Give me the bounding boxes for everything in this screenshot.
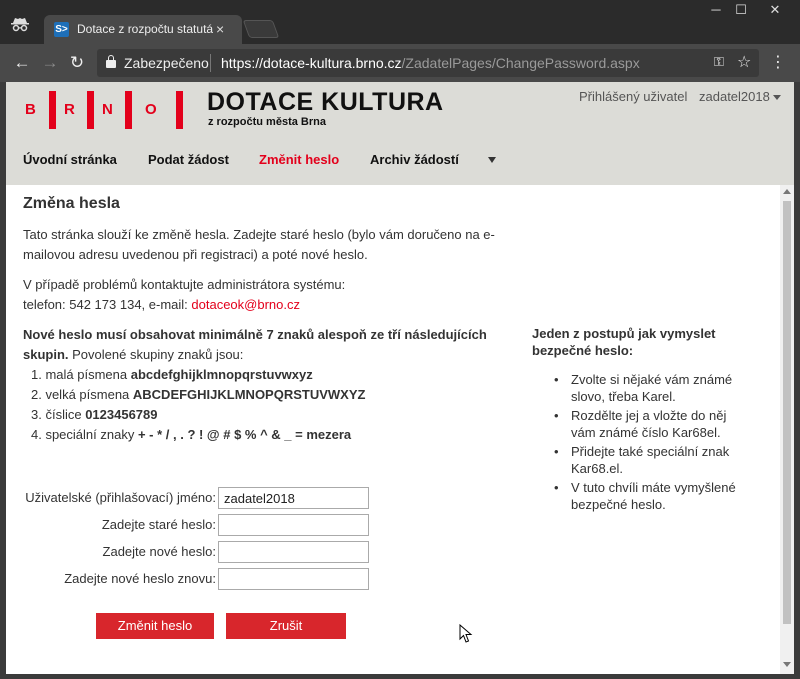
url-text[interactable]: https://dotace-kultura.brno.cz/ZadatelPa…	[221, 55, 640, 71]
main-content: Změna hesla Tato stránka slouží ke změně…	[6, 185, 780, 674]
password-tips: Jeden z postupů jak vymyslet bezpečné he…	[532, 325, 752, 515]
group-chars: 0123456789	[85, 407, 158, 422]
list-item: 2. velká písmena ABCDEFGHIJKLMNOPQRSTUVW…	[31, 385, 503, 405]
site-subtitle: z rozpočtu města Brna	[208, 116, 326, 128]
address-bar[interactable]: Zabezpečeno https://dotace-kultura.brno.…	[97, 49, 759, 77]
contact-text: V případě problémů kontaktujte administr…	[23, 275, 345, 315]
mouse-cursor-icon	[459, 624, 473, 643]
contact-phone: telefon: 542 173 134, e-mail:	[23, 297, 192, 312]
group-chars: + - * / , . ? ! @ # $ % ^ & _ = mezera	[137, 427, 352, 442]
site-header: B R N O DOTACE KULTURA z rozpočtu města …	[6, 82, 794, 185]
list-item: Zvolte si nějaké vám známé slovo, třeba …	[554, 371, 752, 405]
logo-bar	[49, 91, 56, 129]
confirm-password-field[interactable]	[218, 568, 369, 590]
browser-menu-icon[interactable]: ⋮	[770, 52, 786, 72]
user-menu[interactable]: zadatel2018	[699, 89, 781, 104]
logo-letter-b: B	[25, 101, 36, 118]
intro-line-1: Tato stránka slouží ke změně hesla. Zade…	[23, 227, 495, 242]
tab-title: Dotace z rozpočtu statutárního	[77, 22, 213, 36]
new-password-row: Zadejte nové heslo:	[6, 541, 216, 563]
url-path: /ZadatelPages/ChangePassword.aspx	[401, 55, 640, 71]
scroll-down-icon[interactable]	[783, 662, 791, 667]
chevron-down-icon	[772, 95, 781, 101]
tips-list: Zvolte si nějaké vám známé slovo, třeba …	[554, 371, 752, 513]
contact-email-link[interactable]: dotaceok@brno.cz	[191, 297, 300, 312]
close-window-icon[interactable]: ✕	[762, 2, 788, 20]
confirm-password-row: Zadejte nové heslo znovu:	[6, 568, 216, 590]
scroll-up-icon[interactable]	[783, 189, 791, 194]
nav-submit-request[interactable]: Podat žádost	[148, 152, 229, 167]
username-row: Uživatelské (přihlašovací) jméno:	[6, 487, 216, 509]
nav-archive[interactable]: Archiv žádostí	[370, 152, 459, 167]
address-divider	[210, 54, 211, 72]
list-item: 3. číslice 0123456789	[31, 405, 503, 425]
username-field[interactable]	[218, 487, 369, 509]
browser-tab[interactable]: S> Dotace z rozpočtu statutárního ×	[44, 15, 242, 44]
intro-text: Tato stránka slouží ke změně hesla. Zade…	[23, 225, 495, 265]
page-title: Změna hesla	[23, 195, 120, 212]
vertical-scrollbar[interactable]	[780, 185, 794, 674]
lock-icon	[106, 55, 116, 68]
rule-line-2-rest: Povolené skupiny znaků jsou:	[68, 347, 244, 362]
list-item: Přidejte také speciální znak Kar68.el.	[554, 443, 752, 477]
list-item: Rozdělte jej a vložte do něj vám známé č…	[554, 407, 752, 441]
list-item: 1. malá písmena abcdefghijklmnopqrstuvwx…	[31, 365, 503, 385]
group-chars: abcdefghijklmnopqrstuvwxyz	[130, 367, 313, 382]
old-password-field[interactable]	[218, 514, 369, 536]
logo-bar	[176, 91, 183, 129]
incognito-icon	[10, 16, 30, 32]
old-password-label: Zadejte staré heslo:	[101, 517, 216, 532]
group-chars: ABCDEFGHIJKLMNOPQRSTUVWXYZ	[132, 387, 366, 402]
logo-letter-n: N	[102, 101, 113, 118]
user-name: zadatel2018	[699, 89, 770, 104]
list-item: 4. speciální znaky + - * / , . ? ! @ # $…	[31, 425, 503, 445]
tab-close-icon[interactable]: ×	[216, 21, 224, 37]
rule-line-1: Nové heslo musí obsahovat minimálně 7 zn…	[23, 327, 487, 342]
site-title[interactable]: DOTACE KULTURA	[207, 88, 444, 117]
logged-user-label: Přihlášený uživatel	[579, 89, 688, 104]
nav-change-password[interactable]: Změnit heslo	[259, 152, 339, 167]
char-groups-list: 1. malá písmena abcdefghijklmnopqrstuvwx…	[31, 365, 503, 445]
new-password-label: Zadejte nové heslo:	[102, 544, 216, 559]
nav-home[interactable]: Úvodní stránka	[23, 152, 117, 167]
intro-line-2: mailovou adresu uvedenou při registraci)…	[23, 247, 368, 262]
password-key-icon[interactable]: ⚿	[714, 54, 724, 70]
scrollbar-thumb[interactable]	[783, 201, 791, 624]
logo-letter-o: O	[145, 101, 157, 118]
tips-heading: Jeden z postupů jak vymyslet bezpečné he…	[532, 326, 716, 358]
rule-line-2-bold: skupin.	[23, 347, 69, 362]
change-password-button[interactable]: Změnit heslo	[96, 613, 214, 639]
old-password-row: Zadejte staré heslo:	[6, 514, 216, 536]
confirm-password-label: Zadejte nové heslo znovu:	[64, 571, 216, 586]
browser-toolbar: ← → ↻ Zabezpečeno https://dotace-kultura…	[0, 44, 800, 82]
group-prefix: 4. speciální znaky	[31, 427, 138, 442]
security-label: Zabezpečeno	[124, 55, 209, 71]
new-password-field[interactable]	[218, 541, 369, 563]
group-prefix: 1. malá písmena	[31, 367, 131, 382]
url-host: https://dotace-kultura.brno.cz	[221, 55, 402, 71]
list-item: V tuto chvíli máte vymyšlené bezpečné he…	[554, 479, 752, 513]
reload-icon[interactable]: ↻	[67, 53, 87, 73]
password-rules: Nové heslo musí obsahovat minimálně 7 zn…	[23, 325, 503, 445]
brno-logo[interactable]: B R N O	[19, 91, 185, 129]
cancel-button[interactable]: Zrušit	[226, 613, 346, 639]
group-prefix: 2. velká písmena	[31, 387, 133, 402]
bookmark-star-icon[interactable]: ☆	[737, 52, 751, 72]
page-viewport: B R N O DOTACE KULTURA z rozpočtu města …	[6, 82, 794, 674]
maximize-icon[interactable]: ☐	[728, 2, 754, 20]
logo-letter-r: R	[64, 101, 75, 118]
minimize-icon[interactable]: ─	[703, 2, 729, 20]
group-prefix: 3. číslice	[31, 407, 86, 422]
forward-icon[interactable]: →	[40, 53, 60, 73]
browser-titlebar: S> Dotace z rozpočtu statutárního × ─ ☐ …	[0, 0, 800, 44]
new-tab-button[interactable]	[242, 20, 280, 38]
nav-dropdown-icon[interactable]	[488, 157, 496, 163]
username-label: Uživatelské (přihlašovací) jméno:	[25, 490, 216, 505]
back-icon[interactable]: ←	[12, 53, 32, 73]
logo-bar	[87, 91, 94, 129]
site-favicon-icon: S>	[54, 22, 69, 37]
logo-bar	[125, 91, 132, 129]
contact-line-1: V případě problémů kontaktujte administr…	[23, 277, 346, 292]
